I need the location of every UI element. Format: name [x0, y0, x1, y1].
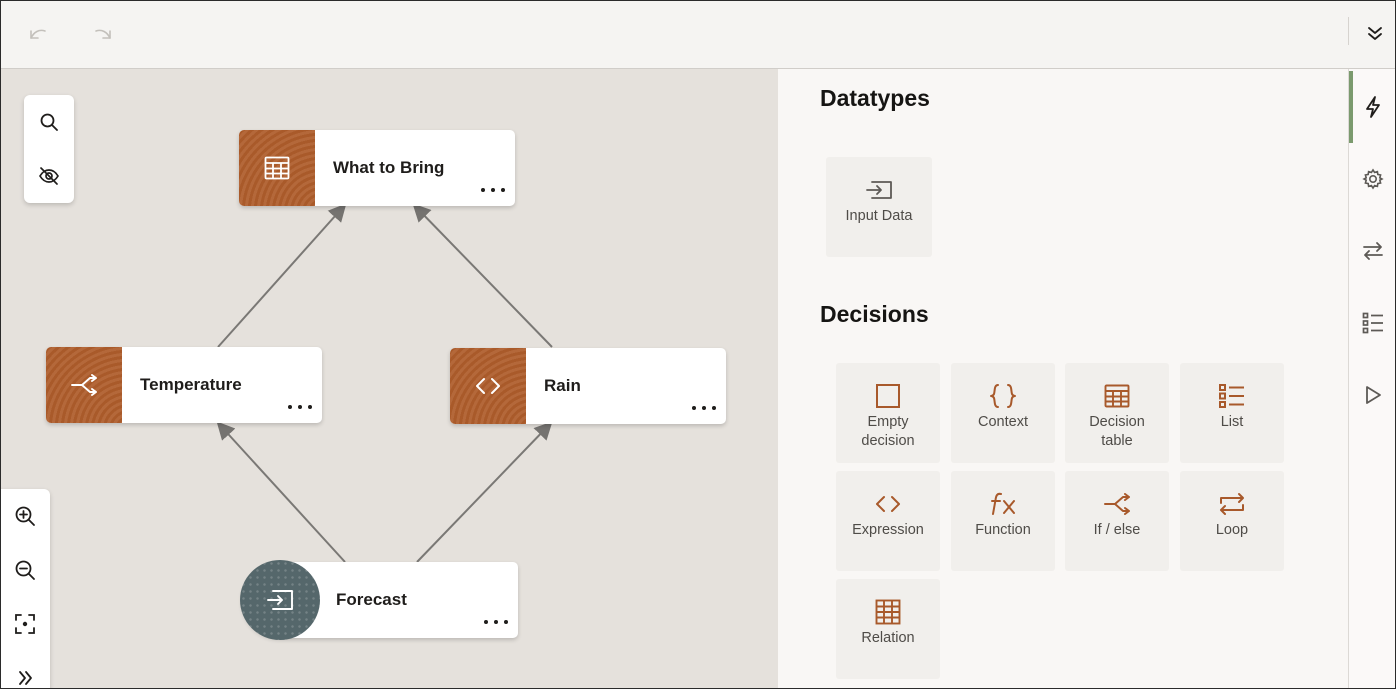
palette-item-if-else[interactable]: If / else	[1065, 471, 1169, 571]
datatypes-heading: Datatypes	[820, 85, 930, 111]
fit-to-screen-icon	[15, 614, 35, 634]
palette-item-label: Relation	[861, 630, 915, 646]
swap-icon	[1362, 242, 1383, 260]
search-button[interactable]	[32, 105, 66, 139]
palette-item-input-data[interactable]: Input Data	[826, 157, 932, 257]
rail-tab-settings[interactable]	[1349, 154, 1395, 204]
play-icon	[1365, 386, 1381, 404]
more-options-button[interactable]	[484, 616, 508, 628]
palette-item-empty-decision[interactable]: Empty decision	[836, 363, 940, 463]
list-icon	[1219, 384, 1244, 408]
palette-item-label: Decision table	[1089, 414, 1145, 449]
palette-item-label: Loop	[1215, 522, 1249, 538]
palette-item-list[interactable]: List	[1180, 363, 1284, 463]
palette-item-decision-table[interactable]: Decision table	[1065, 363, 1169, 463]
decision-table-icon	[264, 156, 290, 180]
rail-tab-palette[interactable]	[1349, 82, 1395, 132]
checklist-icon	[1362, 312, 1383, 334]
node-label: Rain	[544, 376, 581, 395]
node-rain[interactable]: Rain	[450, 348, 726, 424]
palette-item-label: Context	[978, 414, 1028, 430]
decisions-heading: Decisions	[820, 301, 929, 327]
app-window: What to Bring Temperature Rain Forecast …	[0, 0, 1396, 689]
palette-item-relation[interactable]: Relation	[836, 579, 940, 679]
input-data-badge	[240, 560, 320, 640]
canvas-tools-bottom	[1, 489, 50, 688]
braces-icon	[990, 384, 1016, 408]
node-forecast[interactable]: Forecast	[240, 560, 518, 640]
edge-rain-to-what-to-bring	[412, 203, 553, 348]
toggle-visibility-button[interactable]	[32, 159, 66, 193]
palette-item-function[interactable]: Function	[951, 471, 1055, 571]
fit-to-screen-button[interactable]	[8, 607, 42, 641]
palette-item-expression[interactable]: Expression	[836, 471, 940, 571]
input-data-icon	[267, 590, 293, 610]
node-icon-tile	[450, 348, 526, 424]
palette-item-context[interactable]: Context	[951, 363, 1055, 463]
more-options-button[interactable]	[481, 184, 505, 196]
toolbar-divider	[1348, 17, 1349, 45]
palette-panel: Datatypes Input Data Decisions Empty dec…	[778, 69, 1348, 688]
expand-tools-button[interactable]	[8, 661, 42, 688]
redo-icon	[95, 29, 111, 39]
rail-tab-run[interactable]	[1349, 370, 1395, 420]
palette-item-label: Function	[975, 522, 1031, 538]
zoom-in-icon	[15, 506, 35, 526]
node-icon-tile	[46, 347, 122, 423]
node-temperature[interactable]: Temperature	[46, 347, 322, 423]
canvas-tools-top	[24, 95, 74, 203]
node-what-to-bring[interactable]: What to Bring	[239, 130, 515, 206]
gear-icon	[1361, 168, 1384, 190]
function-icon	[991, 492, 1015, 515]
palette-item-label: If / else	[1093, 522, 1141, 538]
edge-forecast-to-temperature	[216, 421, 346, 563]
redo-button[interactable]	[87, 19, 119, 47]
edge-temperature-to-what-to-bring	[217, 203, 347, 348]
eye-off-icon	[39, 167, 59, 185]
square-icon	[876, 384, 900, 408]
more-options-button[interactable]	[288, 401, 312, 413]
loop-icon	[1220, 493, 1244, 515]
lightning-icon	[1365, 96, 1380, 118]
chevrons-down-icon	[1368, 27, 1382, 40]
expression-icon	[476, 378, 500, 394]
node-label: Forecast	[336, 590, 407, 609]
palette-item-label: Empty decision	[861, 414, 915, 449]
relation-icon	[875, 599, 901, 625]
palette-item-label: Input Data	[845, 208, 913, 224]
if-else-icon	[1104, 493, 1130, 515]
search-icon	[40, 113, 58, 131]
palette-item-label: Expression	[852, 522, 924, 538]
zoom-in-button[interactable]	[8, 499, 42, 533]
if-else-icon	[71, 374, 97, 396]
zoom-out-icon	[15, 560, 35, 580]
rail-tab-mappings[interactable]	[1349, 226, 1395, 276]
edge-forecast-to-rain	[416, 421, 553, 563]
collapse-toolbar-button[interactable]	[1359, 19, 1391, 47]
zoom-out-button[interactable]	[8, 553, 42, 587]
chevrons-right-icon	[19, 671, 32, 685]
node-icon-tile	[239, 130, 315, 206]
palette-item-loop[interactable]: Loop	[1180, 471, 1284, 571]
undo-button[interactable]	[22, 19, 54, 47]
undo-icon	[30, 29, 46, 39]
expression-icon	[876, 496, 900, 512]
node-label: Temperature	[140, 375, 242, 394]
diagram-canvas[interactable]: What to Bring Temperature Rain Forecast	[1, 69, 778, 688]
node-label: What to Bring	[333, 158, 445, 177]
decision-table-icon	[1104, 384, 1130, 408]
rail-tab-checklist[interactable]	[1349, 298, 1395, 348]
more-options-button[interactable]	[692, 402, 716, 414]
right-side-rail	[1348, 69, 1395, 688]
top-toolbar	[1, 1, 1395, 69]
input-data-icon	[866, 181, 892, 199]
palette-item-label: List	[1220, 414, 1244, 430]
